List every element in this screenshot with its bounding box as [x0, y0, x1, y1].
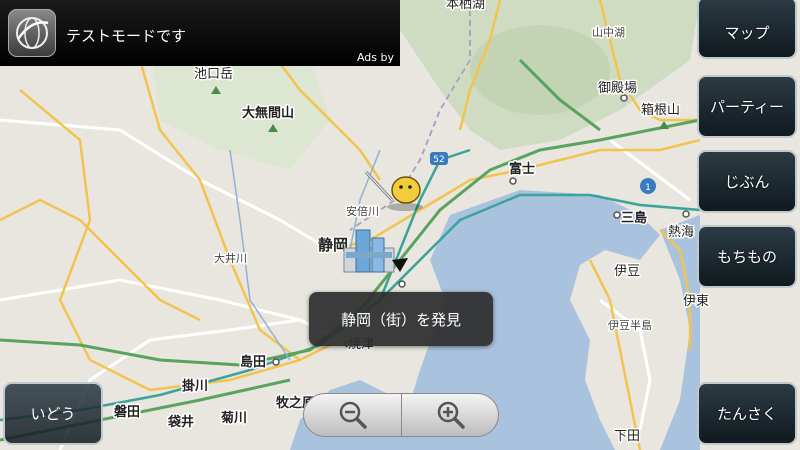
ad-by-label: Ads by [356, 51, 394, 64]
explore-button-label: たんさく [716, 405, 777, 423]
map-label-daimugenzan: 大無間山 [242, 105, 294, 121]
zoom-in-icon [437, 401, 465, 429]
zoom-out-icon [339, 401, 367, 429]
map-label-kakegawa: 掛川 [182, 378, 208, 394]
map-label-abekawa: 安倍川 [346, 204, 379, 218]
ad-text: テストモードです [66, 27, 187, 45]
items-button-label: もちもの [716, 248, 777, 266]
map-button-label: マップ [724, 24, 770, 42]
route-1-label: 1 [645, 183, 651, 193]
move-button-label: いどう [30, 405, 76, 423]
map-label-hakoneyama: 箱根山 [641, 102, 680, 118]
ad-banner[interactable]: テストモードです Ads by [0, 0, 400, 66]
map-button[interactable]: マップ [697, 0, 797, 59]
move-button[interactable]: いどう [3, 382, 103, 445]
zoom-in-button[interactable] [402, 394, 499, 436]
map-label-atami: 熱海 [668, 225, 694, 240]
map-label-shimoda: 下田 [614, 429, 640, 444]
map-label-gotenba: 御殿場 [598, 81, 637, 96]
map-label-ito: 伊東 [683, 293, 709, 309]
map-label-mishima: 三島 [621, 210, 647, 226]
party-button[interactable]: パーティー [697, 75, 797, 138]
self-button-label: じぶん [724, 173, 770, 191]
map-canvas[interactable]: 52 1 本栖湖 山中湖 御殿場 箱根山 池口岳 大無間山 安倍川 富士 三島 … [0, 0, 800, 450]
map-label-ikekuchidake: 池口岳 [194, 67, 233, 82]
zoom-out-button[interactable] [304, 394, 402, 436]
map-label-izu: 伊豆 [614, 264, 640, 279]
map-label-fukuroi: 袋井 [167, 414, 194, 430]
map-label-honsu-lake: 本栖湖 [446, 0, 485, 12]
map-label-yamanakako: 山中湖 [592, 26, 625, 39]
browser-globe-icon [8, 9, 56, 57]
route-52-label: 52 [433, 155, 444, 165]
map-label-fuji: 富士 [509, 161, 535, 177]
items-button[interactable]: もちもの [697, 225, 797, 288]
toast-text: 静岡（街）を発見 [340, 310, 461, 329]
map-label-shimada: 島田 [240, 354, 266, 370]
discovery-toast: 静岡（街）を発見 [309, 292, 493, 346]
map-label-oigawa: 大井川 [214, 251, 247, 265]
explore-button[interactable]: たんさく [697, 382, 797, 445]
map-label-izupeninsula: 伊豆半島 [608, 318, 652, 332]
zoom-control [303, 393, 499, 437]
party-button-label: パーティー [709, 98, 785, 116]
self-button[interactable]: じぶん [697, 150, 797, 213]
map-label-iwata: 磐田 [114, 404, 140, 420]
map-label-kikugawa: 菊川 [221, 410, 247, 426]
